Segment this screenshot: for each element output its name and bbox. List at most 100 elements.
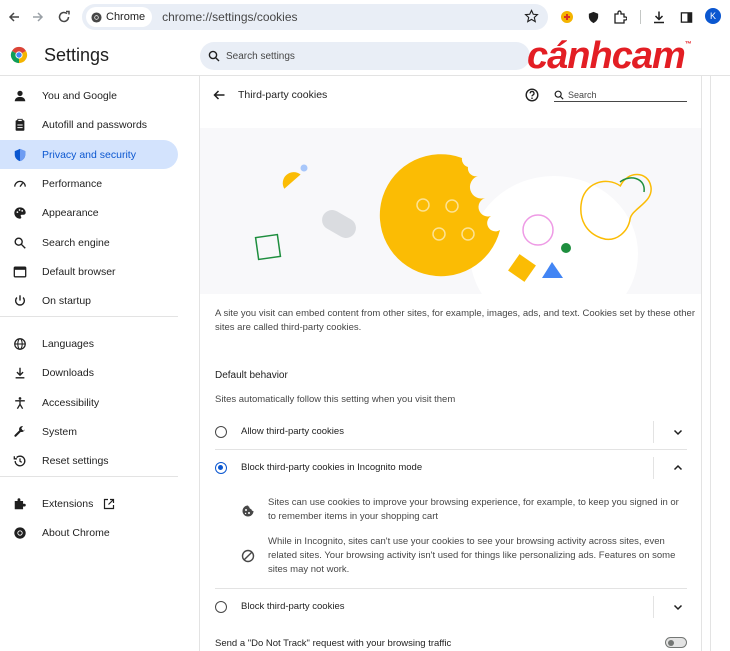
sidebar-item-label: About Chrome bbox=[42, 526, 110, 539]
sidebar-item-search-engine[interactable]: Search engine bbox=[0, 228, 178, 257]
row-divider bbox=[653, 457, 654, 479]
chrome-icon bbox=[91, 11, 102, 23]
cookies-illustration bbox=[200, 128, 701, 332]
option-block-incognito[interactable]: Block third-party cookies in Incognito m… bbox=[200, 451, 701, 485]
palette-icon bbox=[12, 205, 28, 221]
brand-watermark: cánhcam ™ bbox=[527, 35, 692, 77]
row-separator bbox=[215, 588, 687, 589]
option-label: Allow third-party cookies bbox=[241, 426, 344, 437]
accessibility-icon bbox=[12, 395, 28, 411]
sidebar-item-label: Appearance bbox=[42, 206, 99, 219]
sidebar-item-accessibility[interactable]: Accessibility bbox=[0, 388, 178, 417]
sidebar-item-label: Performance bbox=[42, 177, 103, 190]
sidebar-item-privacy-and-security[interactable]: Privacy and security bbox=[0, 140, 178, 169]
sidebar-item-label: Downloads bbox=[42, 366, 94, 379]
extension-badge-icon bbox=[561, 11, 573, 23]
side-panel-icon bbox=[680, 11, 692, 23]
url-text[interactable]: chrome://settings/cookies bbox=[162, 10, 297, 24]
chevron-up-icon[interactable] bbox=[672, 462, 684, 474]
sidebar-item-reset-settings[interactable]: Reset settings bbox=[0, 446, 178, 475]
extensions-menu-button[interactable] bbox=[611, 8, 629, 26]
reload-button[interactable] bbox=[54, 7, 74, 27]
third-party-cookies-card: Third-party cookies Search A site you vi… bbox=[200, 76, 701, 651]
cookies-description: A site you visit can embed content from … bbox=[215, 308, 695, 333]
back-arrow-icon[interactable] bbox=[212, 88, 226, 102]
puzzle-icon bbox=[614, 10, 627, 24]
radio-allow-third-party[interactable] bbox=[215, 426, 227, 438]
do-not-track-toggle[interactable] bbox=[665, 637, 687, 648]
profile-avatar[interactable]: K bbox=[705, 8, 721, 24]
card-header: Third-party cookies Search bbox=[200, 76, 701, 116]
side-panel-button[interactable] bbox=[677, 8, 695, 26]
sidebar-item-label: System bbox=[42, 425, 78, 438]
chevron-down-icon[interactable] bbox=[672, 601, 684, 613]
downloads-button[interactable] bbox=[650, 8, 668, 26]
option-block-third-party[interactable]: Block third-party cookies bbox=[200, 590, 701, 624]
globe-icon bbox=[12, 336, 28, 352]
shield-icon bbox=[12, 147, 28, 163]
sidebar-item-label: Default browser bbox=[42, 265, 116, 278]
sidebar-item-downloads[interactable]: Downloads bbox=[0, 358, 178, 387]
detail-text: While in Incognito, sites can't use your… bbox=[268, 536, 676, 575]
row-divider bbox=[653, 596, 654, 618]
cookie-icon bbox=[242, 505, 254, 517]
sidebar-item-default-browser[interactable]: Default browser bbox=[0, 257, 178, 286]
address-bar[interactable]: Chrome chrome://settings/cookies bbox=[82, 4, 548, 30]
forward-arrow-icon bbox=[33, 12, 44, 22]
do-not-track-label: Send a "Do Not Track" request with your … bbox=[215, 638, 452, 649]
back-button[interactable] bbox=[4, 7, 24, 27]
extension-button[interactable] bbox=[558, 8, 576, 26]
page-search-input[interactable]: Search bbox=[554, 88, 687, 102]
user-shield-icon bbox=[588, 11, 598, 23]
reload-icon bbox=[58, 10, 70, 23]
chevron-down-icon[interactable] bbox=[672, 426, 684, 438]
toolbar-separator bbox=[640, 10, 641, 24]
search-settings-input[interactable]: Search settings bbox=[200, 42, 530, 70]
sidebar-item-label: Extensions bbox=[42, 497, 94, 510]
wrench-icon bbox=[12, 424, 28, 440]
radio-block-third-party[interactable] bbox=[215, 601, 227, 613]
download-icon bbox=[654, 11, 664, 24]
extension-button-2[interactable] bbox=[584, 8, 602, 26]
page-search-placeholder: Search bbox=[568, 89, 597, 100]
sidebar-item-label: Autofill and passwords bbox=[42, 118, 148, 131]
row-divider bbox=[653, 421, 654, 443]
site-chip[interactable]: Chrome bbox=[86, 7, 153, 27]
sidebar-item-system[interactable]: System bbox=[0, 417, 178, 446]
sidebar-item-on-startup[interactable]: On startup bbox=[0, 286, 178, 315]
search-icon bbox=[554, 90, 564, 100]
sidebar-separator bbox=[0, 476, 178, 477]
radio-block-incognito[interactable] bbox=[215, 462, 227, 474]
sidebar-item-extensions[interactable]: Extensions bbox=[0, 489, 178, 518]
help-icon[interactable] bbox=[525, 88, 539, 102]
settings-title: Settings bbox=[44, 45, 110, 65]
sidebar-item-label: Search engine bbox=[42, 236, 110, 249]
sidebar-item-performance[interactable]: Performance bbox=[0, 169, 178, 198]
sidebar-item-label: Privacy and security bbox=[42, 148, 136, 161]
row-separator bbox=[215, 449, 687, 450]
option-allow-third-party[interactable]: Allow third-party cookies bbox=[200, 415, 701, 449]
chrome-icon bbox=[12, 525, 28, 541]
sidebar-item-label: On startup bbox=[42, 294, 92, 307]
sidebar-separator bbox=[0, 316, 178, 317]
sidebar-item-autofill-and-passwords[interactable]: Autofill and passwords bbox=[0, 110, 178, 139]
cookie-illustration-graphic bbox=[254, 154, 652, 332]
sidebar-item-you-and-google[interactable]: You and Google bbox=[0, 81, 178, 110]
block-icon bbox=[241, 549, 255, 563]
sidebar-item-appearance[interactable]: Appearance bbox=[0, 198, 178, 227]
search-icon bbox=[12, 235, 28, 251]
settings-sidebar: You and Google Autofill and passwords Priv… bbox=[0, 76, 190, 651]
forward-button[interactable] bbox=[28, 7, 48, 27]
person-icon bbox=[12, 88, 28, 104]
sidebar-item-about-chrome[interactable]: About Chrome bbox=[0, 518, 178, 547]
sidebar-item-languages[interactable]: Languages bbox=[0, 329, 178, 358]
default-behavior-subtitle: Sites automatically follow this setting … bbox=[215, 394, 456, 405]
brand-text: cánhcam bbox=[527, 35, 686, 77]
sidebar-item-label: Reset settings bbox=[42, 454, 109, 467]
power-icon bbox=[12, 293, 28, 309]
brand-trademark: ™ bbox=[684, 41, 692, 48]
back-arrow-icon bbox=[8, 12, 19, 22]
bookmark-star-icon[interactable] bbox=[524, 9, 539, 24]
settings-header: Settings Search settings cánhcam ™ bbox=[0, 36, 730, 76]
speedometer-icon bbox=[12, 176, 28, 192]
